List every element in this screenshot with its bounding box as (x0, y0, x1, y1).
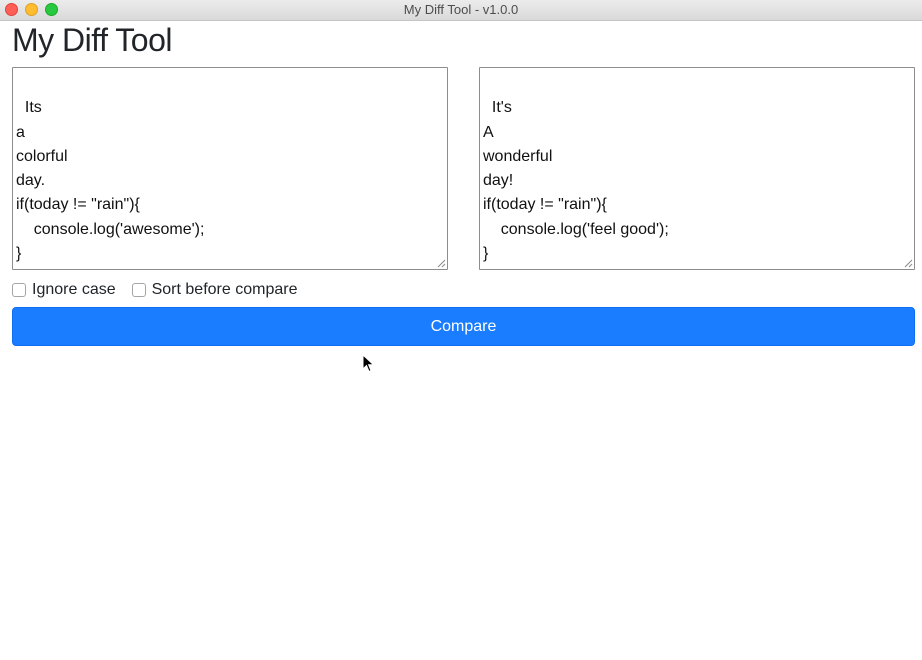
ignore-case-checkbox[interactable] (12, 283, 26, 297)
compare-options: Ignore case Sort before compare (12, 280, 313, 300)
resize-grip-icon[interactable] (437, 259, 446, 268)
window-titlebar: My Diff Tool - v1.0.0 (0, 0, 922, 21)
right-text-input[interactable]: It's A wonderful day! if(today != "rain"… (479, 67, 915, 270)
sort-before-compare-checkbox[interactable] (131, 283, 146, 297)
resize-grip-icon[interactable] (904, 259, 913, 268)
left-text-input[interactable]: Its a colorful day. if(today != "rain"){… (12, 67, 448, 270)
right-text-content: It's A wonderful day! if(today != "rain"… (483, 99, 669, 263)
compare-button[interactable]: Compare (12, 307, 915, 346)
sort-before-compare-option[interactable]: Sort before compare (131, 281, 298, 299)
sort-before-compare-label: Sort before compare (151, 281, 298, 298)
window-title: My Diff Tool - v1.0.0 (403, 2, 519, 17)
left-text-content: Its a colorful day. if(today != "rain"){… (16, 99, 205, 263)
page-title: My Diff Tool (12, 22, 172, 58)
ignore-case-label: Ignore case (32, 281, 116, 298)
ignore-case-option[interactable]: Ignore case (12, 281, 116, 299)
mouse-cursor-icon (362, 354, 375, 373)
